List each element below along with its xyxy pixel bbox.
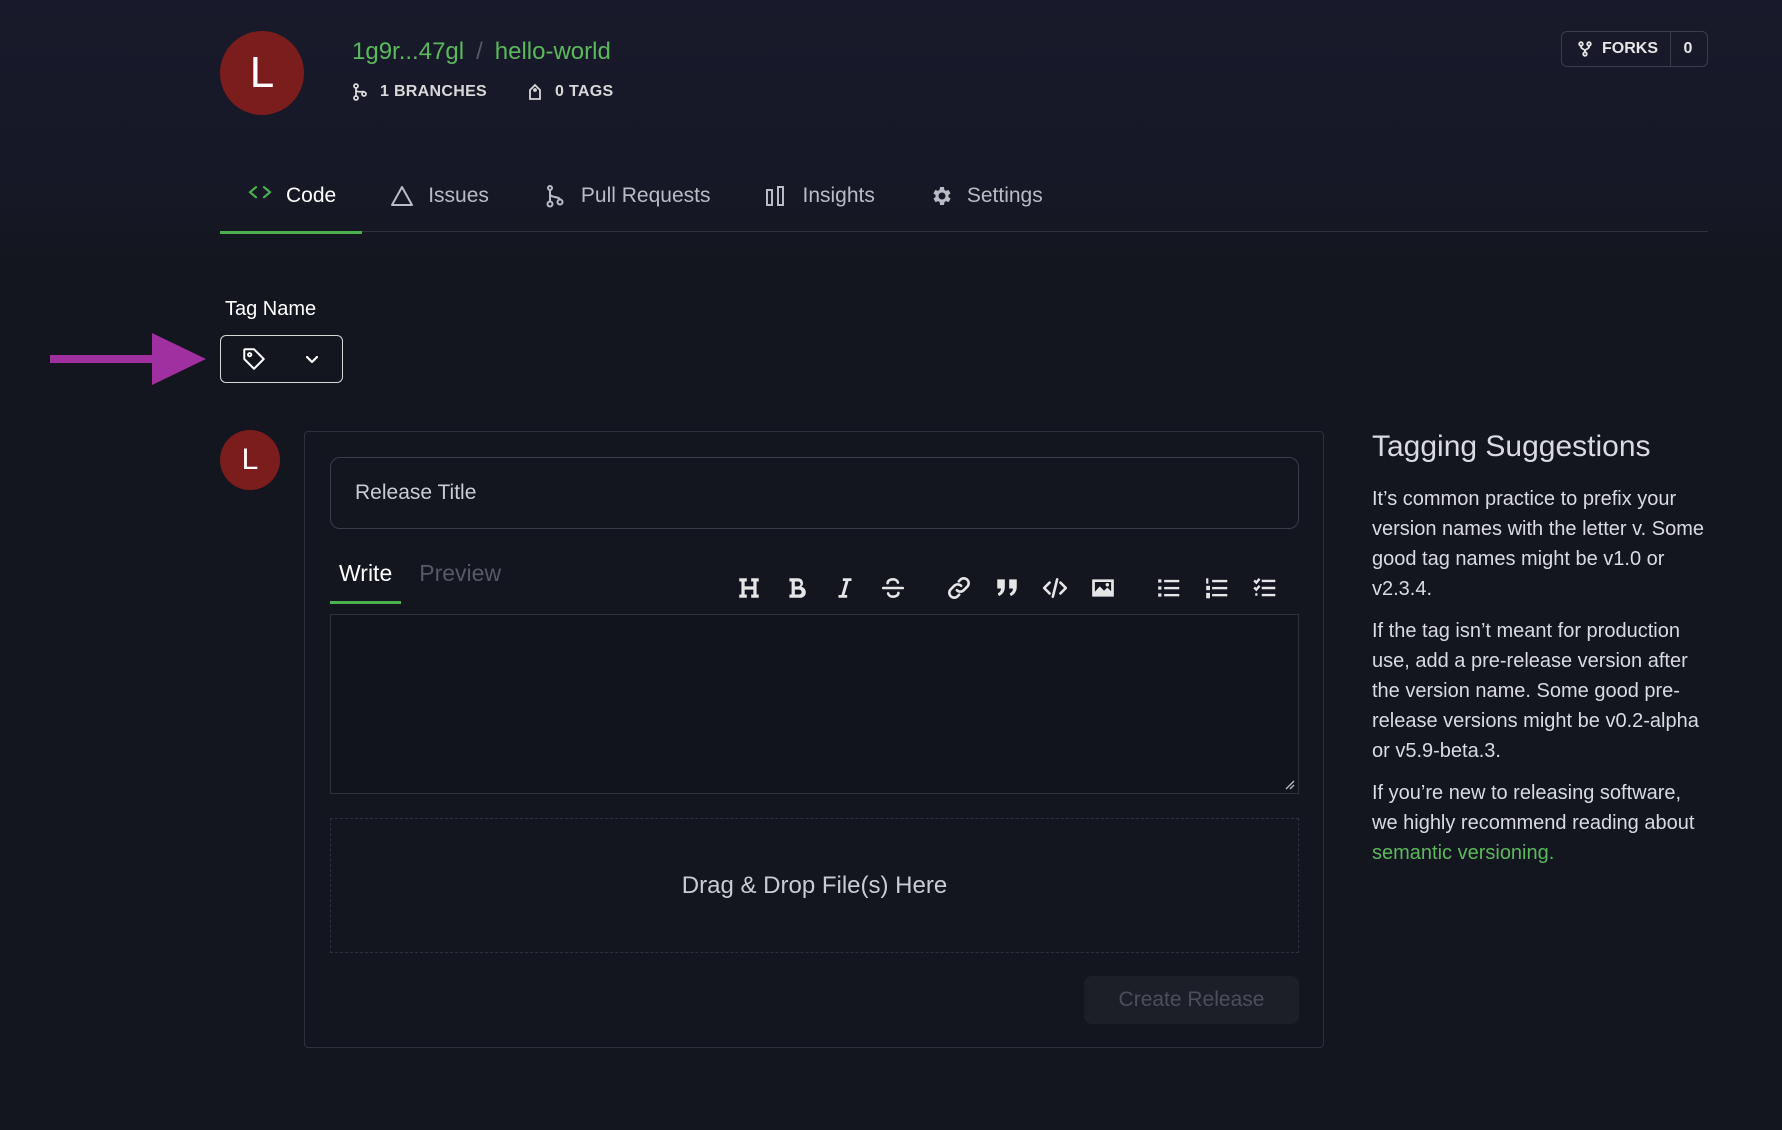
heading-icon (739, 578, 759, 598)
author-avatar-letter: L (241, 443, 259, 476)
owner-avatar-letter: L (249, 48, 275, 97)
tab-label: Pull Requests (580, 184, 711, 207)
author-avatar[interactable]: L (220, 430, 280, 490)
repo-name-link[interactable]: hello-world (495, 38, 611, 66)
release-title-input[interactable] (330, 457, 1299, 529)
gear-icon (933, 187, 951, 205)
suggestions-paragraph-2: If the tag isn’t meant for production us… (1372, 620, 1699, 762)
preview-tab[interactable]: Preview (410, 552, 510, 604)
write-tab[interactable]: Write (330, 552, 402, 604)
numbered-list-button[interactable] (1193, 570, 1241, 606)
tag-name-label: Tag Name (225, 298, 317, 320)
tab-code[interactable]: Code (220, 160, 363, 234)
tab-label: Code (286, 184, 337, 207)
link-icon (948, 577, 970, 599)
branches-count: 1 BRANCHES (380, 83, 488, 100)
annotation-arrow-icon (50, 333, 206, 385)
tab-insights[interactable]: Insights (736, 160, 900, 232)
tab-label: Settings (966, 184, 1043, 207)
file-dropzone[interactable]: Drag & Drop File(s) Here (330, 818, 1299, 953)
repo-tabs: Code Issues Pull Requests Insights Setti… (220, 160, 1708, 234)
code-icon (248, 186, 272, 199)
release-description-textarea[interactable] (330, 614, 1299, 794)
warning-triangle-icon (391, 186, 414, 206)
strikethrough-icon (881, 578, 905, 598)
task-list-button[interactable] (1241, 570, 1289, 606)
suggestions-paragraph-1: It’s common practice to prefix your vers… (1372, 488, 1704, 600)
forks-button[interactable]: FORKS 0 (1561, 31, 1708, 67)
editor-tabs: Write Preview (330, 552, 510, 604)
tags-link[interactable]: 0 TAGS (527, 83, 613, 101)
tab-pull-requests[interactable]: Pull Requests (515, 160, 737, 232)
code-block-icon (1042, 578, 1068, 598)
suggestions-paragraph-3-text: If you’re new to releasing software, we … (1372, 782, 1695, 834)
tab-issues[interactable]: Issues (362, 160, 515, 232)
branches-link[interactable]: 1 BRANCHES (352, 83, 487, 101)
tab-settings[interactable]: Settings (901, 160, 1069, 232)
breadcrumb-separator: / (476, 38, 483, 65)
semantic-versioning-link[interactable]: semantic versioning. (1372, 842, 1554, 864)
pull-request-icon (546, 185, 564, 208)
task-list-icon (1253, 578, 1276, 597)
suggestions-title: Tagging Suggestions (1372, 430, 1651, 463)
release-form: Write Preview (304, 431, 1324, 1048)
repo-breadcrumb: 1g9r...47gl / hello-world (352, 38, 611, 66)
create-release-button[interactable]: Create Release (1084, 976, 1299, 1024)
forks-label: FORKS (1602, 40, 1658, 57)
suggestions-paragraph-3: If you’re new to releasing software, we … (1372, 778, 1712, 868)
tag-name-dropdown[interactable] (220, 335, 343, 383)
image-icon (1092, 579, 1114, 597)
strikethrough-button[interactable] (869, 570, 917, 606)
tagging-suggestions: Tagging Suggestions It’s common practice… (1372, 430, 1712, 880)
bold-button[interactable] (773, 570, 821, 606)
repo-owner-link[interactable]: 1g9r...47gl (352, 38, 464, 66)
italic-button[interactable] (821, 570, 869, 606)
heading-button[interactable] (725, 570, 773, 606)
link-button[interactable] (935, 570, 983, 606)
resize-handle-icon[interactable] (1283, 778, 1295, 790)
quote-icon (997, 579, 1017, 597)
bullet-list-icon (1158, 579, 1180, 597)
code-button[interactable] (1031, 570, 1079, 606)
tags-count: 0 TAGS (555, 83, 614, 100)
branch-icon (353, 83, 367, 101)
fork-icon (1578, 41, 1592, 57)
dropzone-text: Drag & Drop File(s) Here (681, 871, 948, 899)
repo-meta: 1 BRANCHES 0 TAGS (352, 83, 613, 101)
bullet-list-button[interactable] (1145, 570, 1193, 606)
image-button[interactable] (1079, 570, 1127, 606)
forks-count: 0 (1670, 32, 1705, 66)
tab-label: Issues (428, 184, 489, 207)
bar-chart-icon (766, 186, 785, 206)
bold-icon (789, 578, 806, 598)
owner-avatar[interactable]: L (220, 31, 304, 115)
chevron-down-icon (305, 355, 319, 364)
tag-icon (243, 348, 265, 370)
markdown-toolbar (725, 570, 1289, 606)
tab-label: Insights (802, 184, 875, 207)
quote-button[interactable] (983, 570, 1031, 606)
italic-icon (838, 578, 852, 598)
tag-outline-icon (529, 83, 541, 100)
numbered-list-icon (1206, 578, 1228, 599)
